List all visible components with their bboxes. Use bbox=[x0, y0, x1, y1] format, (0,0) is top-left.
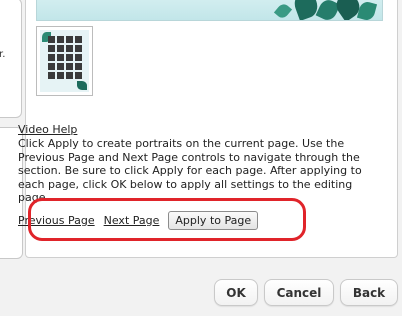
page-layout-thumbnail[interactable] bbox=[36, 26, 93, 96]
portrait-cell bbox=[66, 63, 73, 70]
ok-button[interactable]: OK bbox=[214, 279, 258, 306]
portrait-cell bbox=[48, 54, 55, 61]
previous-page-link[interactable]: Previous Page bbox=[18, 214, 95, 227]
page-navigation-controls: Previous Page Next Page Apply to Page bbox=[18, 209, 259, 231]
portrait-cell bbox=[57, 54, 64, 61]
leaf-decoration bbox=[291, 0, 321, 20]
portrait-cell bbox=[66, 45, 73, 52]
apply-to-page-button[interactable]: Apply to Page bbox=[168, 210, 259, 230]
leaf-decoration bbox=[356, 0, 378, 20]
portrait-cell bbox=[48, 63, 55, 70]
portrait-cell bbox=[57, 72, 64, 79]
thumbnail-leaf bbox=[77, 81, 87, 90]
portrait-cell bbox=[66, 72, 73, 79]
portrait-cell bbox=[75, 36, 82, 43]
portrait-cell bbox=[57, 36, 64, 43]
cancel-button[interactable]: Cancel bbox=[264, 279, 334, 306]
portrait-cell bbox=[48, 45, 55, 52]
portrait-cell bbox=[75, 63, 82, 70]
portrait-cell bbox=[48, 36, 55, 43]
leaf-decoration bbox=[273, 1, 293, 20]
portrait-cell bbox=[66, 36, 73, 43]
portrait-grid-preview bbox=[48, 36, 82, 79]
portrait-cell bbox=[66, 54, 73, 61]
portrait-cell bbox=[48, 72, 55, 79]
apply-instructions: Click Apply to create portraits on the c… bbox=[18, 137, 362, 204]
left-panel-stub-text: r. bbox=[0, 49, 6, 60]
back-button[interactable]: Back bbox=[340, 279, 398, 306]
left-panel-top: r. bbox=[0, 0, 22, 118]
thumbnail-preview bbox=[40, 30, 89, 92]
portrait-cell bbox=[57, 63, 64, 70]
portrait-cell bbox=[75, 54, 82, 61]
video-help-link[interactable]: Video Help bbox=[18, 123, 77, 136]
portrait-cell bbox=[75, 72, 82, 79]
portrait-cell bbox=[57, 45, 64, 52]
background-preview-banner bbox=[36, 0, 383, 21]
next-page-link[interactable]: Next Page bbox=[104, 214, 160, 227]
portrait-cell bbox=[75, 45, 82, 52]
